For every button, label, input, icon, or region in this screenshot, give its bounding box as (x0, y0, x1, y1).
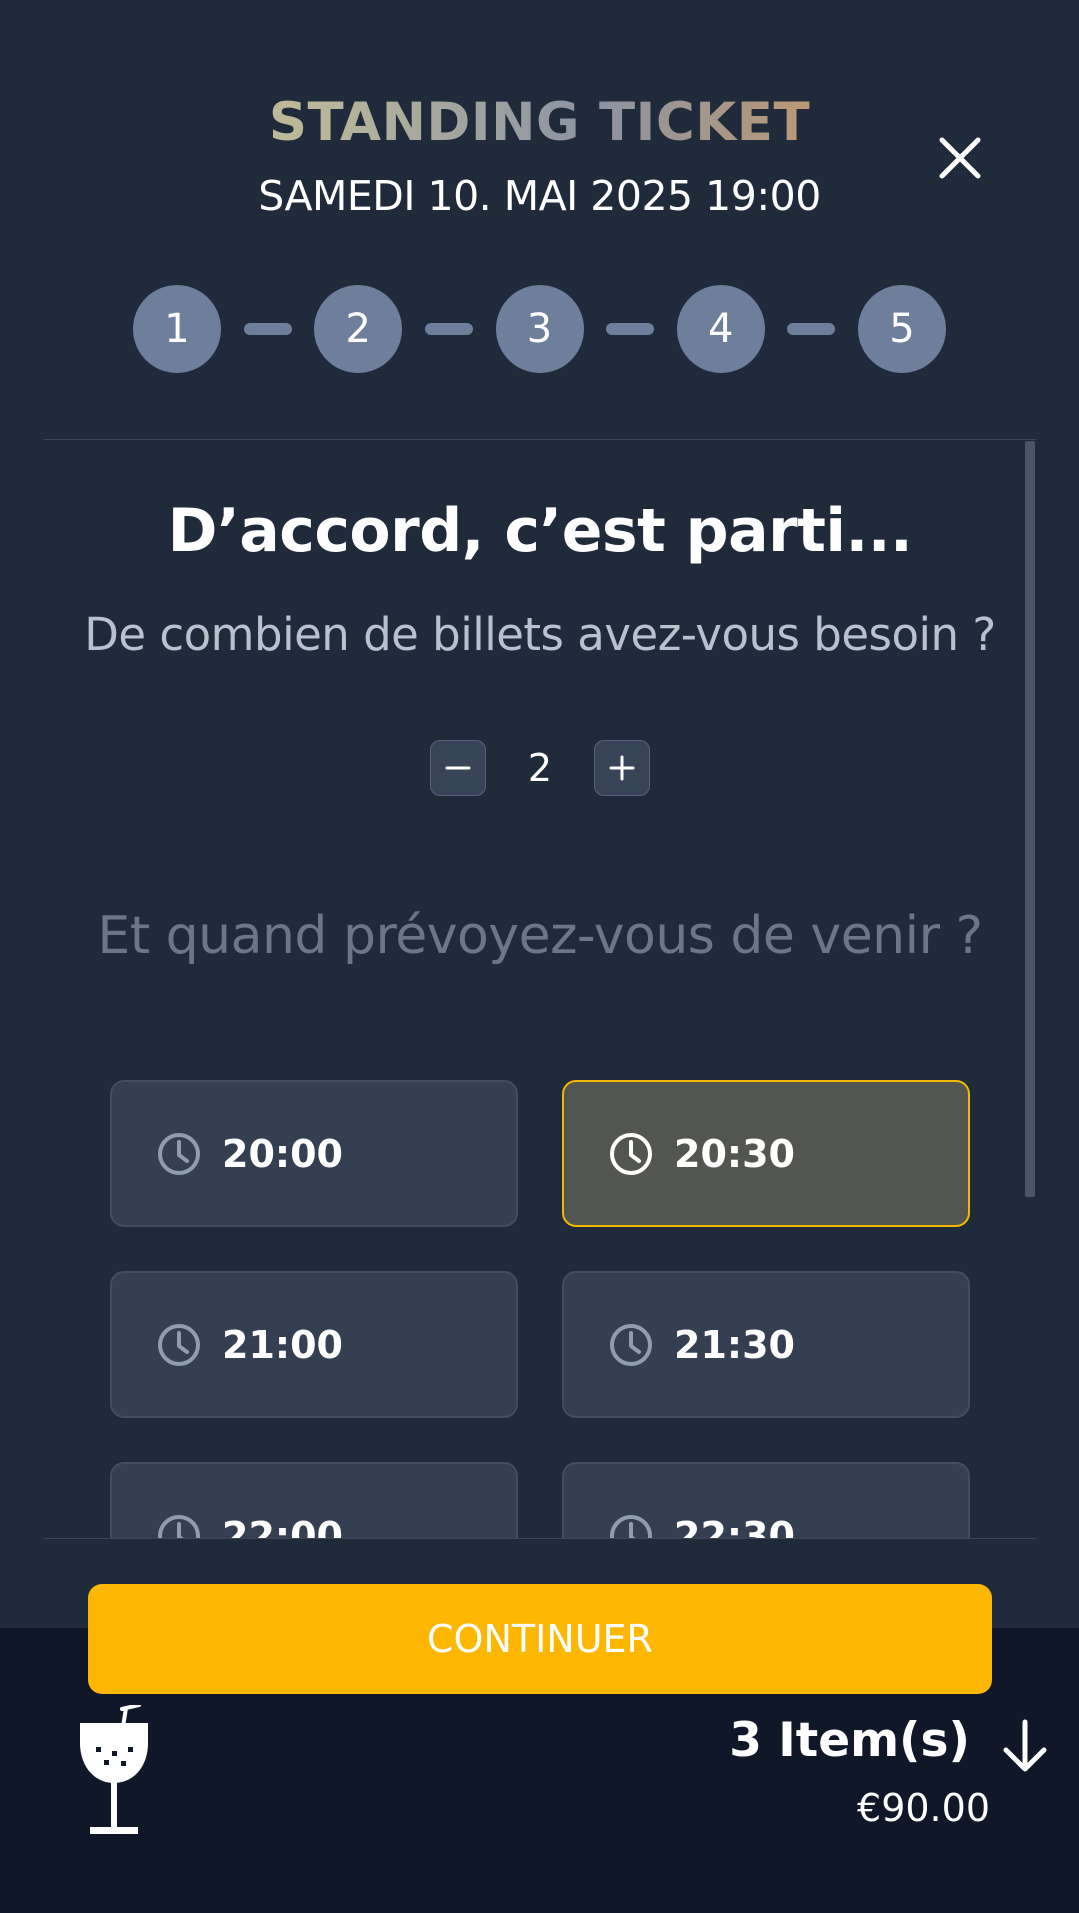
clock-icon (156, 1322, 202, 1368)
time-slot-label: 20:30 (674, 1131, 795, 1176)
arrow-down-icon (1003, 1719, 1047, 1772)
clock-icon (156, 1513, 202, 1538)
continue-button[interactable]: CONTINUER (88, 1584, 992, 1694)
close-icon (939, 137, 981, 179)
quantity-stepper: 2 (430, 740, 650, 796)
step-connector (243, 323, 292, 335)
step-1: 1 (133, 285, 221, 373)
time-slot-2130[interactable]: 21:30 (562, 1271, 970, 1418)
clock-icon (608, 1322, 654, 1368)
event-date: SAMEDI 10. MAI 2025 19:00 (258, 172, 821, 220)
time-slot-2200[interactable]: 22:00 (110, 1462, 518, 1539)
step-connector (787, 323, 836, 335)
close-button[interactable] (932, 130, 988, 186)
step-4: 4 (676, 285, 765, 373)
time-slot-label: 21:00 (222, 1322, 343, 1367)
time-slot-2030[interactable]: 20:30 (562, 1080, 970, 1227)
step-5: 5 (858, 285, 946, 373)
time-slot-2100[interactable]: 21:00 (110, 1271, 518, 1418)
drink-glass-icon (78, 1703, 150, 1843)
time-slot-label: 22:00 (222, 1513, 343, 1539)
clock-icon (156, 1131, 202, 1177)
page-title: STANDING TICKET (0, 92, 1079, 153)
clock-icon (608, 1513, 654, 1538)
increase-button[interactable] (594, 740, 650, 796)
ticket-page: STANDING TICKET SAMEDI 10. MAI 2025 19:0… (0, 0, 1079, 1913)
scrollbar[interactable] (1025, 441, 1035, 1197)
time-slot-2000[interactable]: 20:00 (110, 1080, 518, 1227)
minus-icon (445, 766, 471, 770)
clock-icon (608, 1131, 654, 1177)
cart-items-count: 3 Item(s) (729, 1713, 970, 1768)
section-heading: D’accord, c’est parti... (167, 496, 913, 566)
cart-toggle-button[interactable] (1000, 1718, 1050, 1774)
step-connector (424, 323, 473, 335)
time-slot-label: 20:00 (222, 1131, 343, 1176)
quantity-question: De combien de billets avez-vous besoin ? (84, 608, 996, 661)
quantity-value: 2 (527, 746, 553, 790)
step-connector (606, 323, 655, 335)
content-panel: D’accord, c’est parti... De combien de b… (44, 439, 1036, 1539)
time-slot-label: 22:30 (674, 1513, 795, 1539)
step-2: 2 (314, 285, 403, 373)
step-indicator: 1 2 3 4 5 (133, 285, 946, 373)
time-slot-2230[interactable]: 22:30 (562, 1462, 970, 1539)
time-slot-label: 21:30 (674, 1322, 795, 1367)
plus-icon (609, 755, 635, 781)
cart-total-price: €90.00 (857, 1786, 990, 1830)
decrease-button[interactable] (430, 740, 486, 796)
step-3: 3 (495, 285, 584, 373)
arrival-question: Et quand prévoyez-vous de venir ? (97, 906, 983, 966)
